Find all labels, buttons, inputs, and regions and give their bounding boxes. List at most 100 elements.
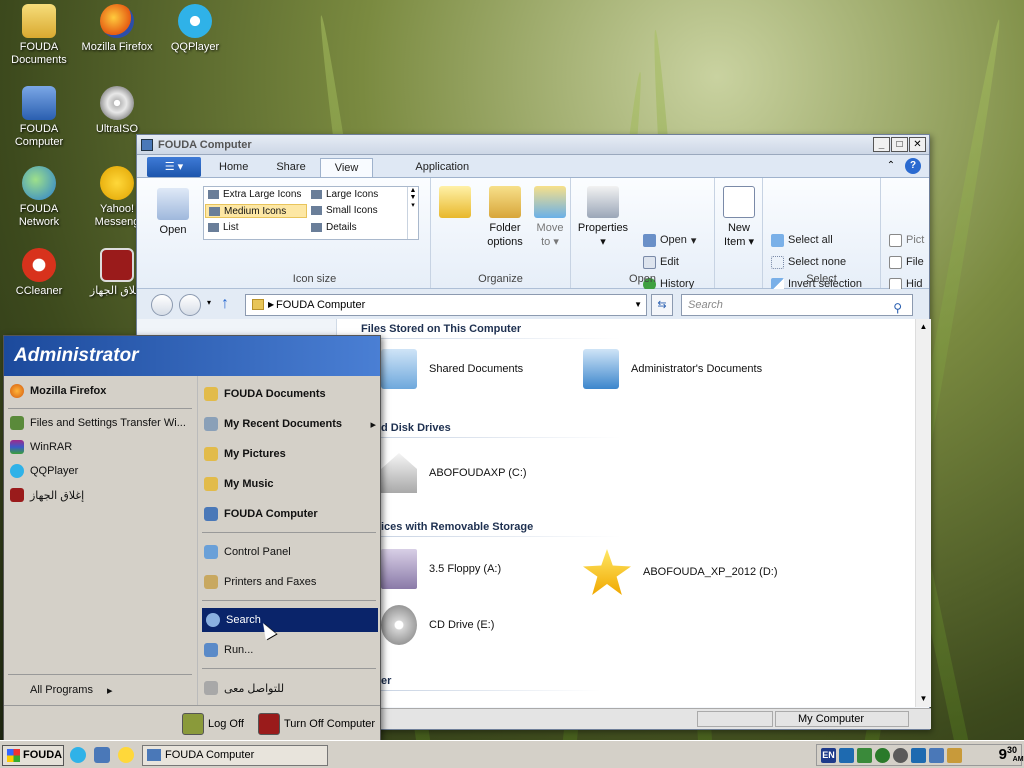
new-item-icon <box>723 186 755 218</box>
start-item-transfer-wizard[interactable]: Files and Settings Transfer Wi... <box>10 413 186 433</box>
control-panel-icon <box>204 545 218 559</box>
desktop-icon-ccleaner[interactable]: CCleaner <box>0 248 78 298</box>
item-cd-drive-e[interactable]: CD Drive (E:) <box>381 605 494 645</box>
properties-button[interactable]: Properties ▾ <box>575 186 631 249</box>
scroll-up-arrow[interactable]: ▲ <box>916 319 931 335</box>
tray-window-icon[interactable] <box>929 748 944 763</box>
file-menu-button[interactable]: ☰ ▾ <box>147 157 201 177</box>
desktop-icon-firefox[interactable]: Mozilla Firefox <box>78 4 156 54</box>
organize-group: Folder options Move to ▾ Organize <box>431 178 571 288</box>
language-indicator[interactable]: EN <box>821 748 836 763</box>
item-administrators-documents[interactable]: Administrator's Documents <box>583 349 762 389</box>
start-item-control-panel[interactable]: Control Panel <box>204 542 291 562</box>
maximize-button[interactable]: □ <box>891 137 908 152</box>
address-dropdown-icon[interactable]: ▼ <box>634 295 642 315</box>
layout-details[interactable]: Details <box>308 221 406 235</box>
address-field[interactable]: ▶ FOUDA Computer ▼ <box>245 294 647 316</box>
start-item-fouda-documents[interactable]: FOUDA Documents <box>204 384 326 404</box>
item-drive-c[interactable]: ABOFOUDAXP (C:) <box>381 453 527 493</box>
help-icon[interactable]: ? <box>905 158 921 174</box>
item-floppy-a[interactable]: 3.5 Floppy (A:) <box>381 549 501 589</box>
start-item-printers-faxes[interactable]: Printers and Faxes <box>204 572 316 592</box>
ccleaner-icon <box>22 248 56 282</box>
desktop-icon-fouda-network[interactable]: FOUDA Network <box>0 166 78 229</box>
tray-globe-icon[interactable] <box>893 748 908 763</box>
tray-app-icon[interactable] <box>839 748 854 763</box>
title-bar[interactable]: FOUDA Computer _ □ ✕ <box>137 135 929 155</box>
forward-button[interactable] <box>179 294 201 316</box>
desktop-icon-qqplayer[interactable]: QQPlayer <box>156 4 234 54</box>
start-item-my-music[interactable]: My Music <box>204 474 274 494</box>
start-item-my-pictures[interactable]: My Pictures <box>204 444 286 464</box>
clock[interactable]: 930 AM <box>999 745 1024 763</box>
desktop-icon-fouda-computer[interactable]: FOUDA Computer <box>0 86 78 149</box>
quicklaunch-yahoo-icon[interactable] <box>118 747 134 763</box>
start-button[interactable]: FOUDA <box>2 745 64 766</box>
start-item-search[interactable]: Search <box>202 608 378 632</box>
tab-view[interactable]: View <box>319 158 374 177</box>
new-item-button[interactable]: New Item ▾ <box>719 186 759 249</box>
quicklaunch-desktop-icon[interactable] <box>94 747 110 763</box>
start-item-run[interactable]: Run... <box>204 640 253 660</box>
all-programs-button[interactable]: All Programs ▸ <box>30 680 113 700</box>
recent-locations-icon[interactable]: ▾ <box>207 298 211 307</box>
start-menu-places: FOUDA Documents My Recent Documents ▸ My … <box>197 376 380 705</box>
key-icon <box>182 713 204 735</box>
item-shared-documents[interactable]: Shared Documents <box>381 349 523 389</box>
transfer-wizard-icon <box>10 416 24 430</box>
desktop-icon-ultraiso[interactable]: UltraISO <box>78 86 156 136</box>
taskbar-item-fouda-computer[interactable]: FOUDA Computer <box>142 745 328 766</box>
file-extensions-checkbox[interactable]: File <box>889 254 924 270</box>
folder-icon <box>583 349 619 389</box>
scroll-down-arrow[interactable]: ▼ <box>916 691 931 707</box>
section-other: er <box>381 675 392 687</box>
layout-medium-icons[interactable]: Medium Icons <box>205 204 307 218</box>
layout-large-icons[interactable]: Large Icons <box>308 188 406 202</box>
start-item-recent-documents[interactable]: My Recent Documents ▸ <box>204 414 376 434</box>
turn-off-button[interactable]: Turn Off Computer <box>258 713 375 735</box>
close-button[interactable]: ✕ <box>909 137 926 152</box>
pictures-checkbox[interactable]: Pict <box>889 232 924 248</box>
layout-extra-large-icons[interactable]: Extra Large Icons <box>205 188 307 202</box>
edit-button[interactable]: Edit <box>643 254 679 270</box>
start-item-shutdown[interactable]: إغلاق الجهاز <box>10 485 84 505</box>
open-pane-button[interactable]: Open <box>151 188 195 237</box>
start-item-firefox[interactable]: Mozilla Firefox <box>10 381 106 401</box>
start-item-contact[interactable]: للتواصل معى <box>204 678 284 698</box>
quicklaunch-qqplayer-icon[interactable] <box>70 747 86 763</box>
search-input[interactable]: Search ⚲ <box>681 294 913 316</box>
layout-small-icons[interactable]: Small Icons <box>308 204 406 218</box>
start-menu[interactable]: Administrator Mozilla Firefox Files and … <box>3 335 381 741</box>
log-off-button[interactable]: Log Off <box>182 713 244 735</box>
item-drive-d[interactable]: ABOFOUDA_XP_2012 (D:) <box>583 549 778 595</box>
refresh-button[interactable]: ⇆ <box>651 294 673 316</box>
tray-network-icon[interactable] <box>857 748 872 763</box>
tray-sync-icon[interactable] <box>875 748 890 763</box>
folder-options-button[interactable]: Folder options <box>481 186 529 249</box>
open-button[interactable]: Open ▾ <box>643 232 696 248</box>
collapse-ribbon-icon[interactable]: ⌃ <box>883 158 899 174</box>
select-none-button[interactable]: Select none <box>771 254 846 270</box>
search-icon[interactable]: ⚲ <box>893 298 902 318</box>
tab-share[interactable]: Share <box>262 158 319 177</box>
layout-scroll[interactable]: ▲ ▼ ▾ <box>407 187 418 239</box>
tray-app2-icon[interactable] <box>911 748 926 763</box>
disc-icon <box>100 86 134 120</box>
select-all-button[interactable]: Select all <box>771 232 833 248</box>
show-hide-button[interactable] <box>437 186 473 221</box>
back-button[interactable] <box>151 294 173 316</box>
search-icon <box>206 613 220 627</box>
start-item-fouda-computer[interactable]: FOUDA Computer <box>204 504 318 524</box>
move-to-button[interactable]: Move to ▾ <box>533 186 567 249</box>
tab-application[interactable]: Application <box>401 158 483 177</box>
minimize-button[interactable]: _ <box>873 137 890 152</box>
start-item-qqplayer[interactable]: QQPlayer <box>10 461 78 481</box>
tray-tools-icon[interactable] <box>947 748 962 763</box>
layout-list[interactable]: List <box>205 221 307 235</box>
tab-home[interactable]: Home <box>205 158 262 177</box>
vertical-scrollbar[interactable]: ▲ ▼ <box>915 319 931 707</box>
up-arrow-icon[interactable]: ↑ <box>221 295 229 313</box>
section-files: Files Stored on This Computer <box>361 323 522 335</box>
desktop-icon-fouda-documents[interactable]: FOUDA Documents <box>0 4 78 67</box>
start-item-winrar[interactable]: WinRAR <box>10 437 72 457</box>
